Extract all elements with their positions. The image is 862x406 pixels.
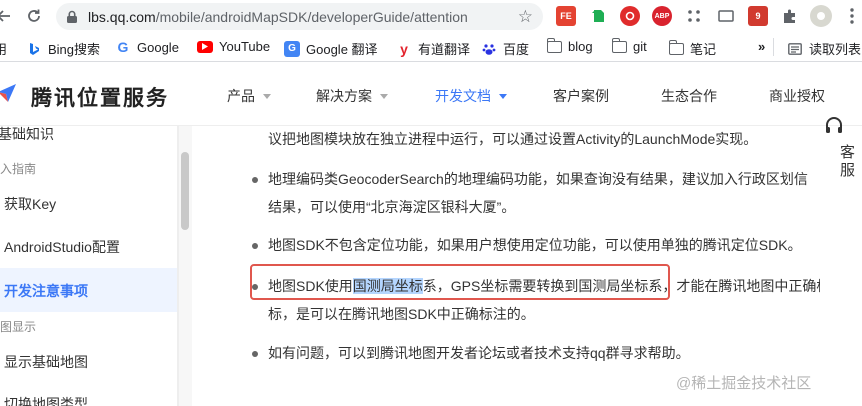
dots-extension-icon[interactable] xyxy=(684,6,704,26)
back-arrow-icon[interactable] xyxy=(0,4,16,28)
folder-icon xyxy=(669,39,684,55)
sidebar-group-getting-started: 入指南 xyxy=(0,162,37,176)
watermark: @稀土掘金技术社区 xyxy=(676,375,812,392)
list-bullet xyxy=(252,177,258,183)
chevron-down-icon xyxy=(263,93,271,99)
youdao-icon: y xyxy=(400,40,408,57)
bookmark-folder-git[interactable]: git xyxy=(612,37,647,54)
annotation-highlight-box xyxy=(250,264,670,300)
folder-icon xyxy=(612,37,627,53)
text-span: ，才能在腾讯地图中正确标注, xyxy=(662,278,820,294)
list-item-location: 地图SDK不包含定位功能，如果用户想使用定位功能，可以使用单独的腾讯定位SDK。 xyxy=(268,237,802,253)
bookmarks-divider xyxy=(773,38,774,56)
sidebar-group-map-display: 图显示 xyxy=(0,320,37,334)
folder-icon xyxy=(547,37,562,53)
bookmark-youdao[interactable]: y 有道翻译 xyxy=(396,39,470,58)
bing-icon xyxy=(26,41,42,57)
profile-avatar-icon[interactable] xyxy=(810,5,832,27)
sidebar-item-basic-map[interactable]: 显示基础地图 xyxy=(4,352,88,372)
paragraph-line: 议把地图模块放在独立进程中运行，可以通过设置Activity的LaunchMod… xyxy=(268,131,758,147)
bookmark-label: YouTube xyxy=(219,39,271,54)
extension-fe-icon[interactable]: FE xyxy=(556,6,576,26)
list-item-geocoder: 地理编码类GeocoderSearch的地理编码功能，如果查询没有结果，建议加入… xyxy=(268,171,808,187)
reading-list-icon xyxy=(787,41,803,57)
bookmark-label: git xyxy=(633,39,647,54)
evernote-icon[interactable] xyxy=(588,6,608,26)
nav-label: 产品 xyxy=(227,88,255,104)
site-logo-text[interactable]: 腾讯位置服务 xyxy=(31,82,169,112)
nav-label: 客户案例 xyxy=(553,88,609,104)
nav-products[interactable]: 产品 xyxy=(227,86,271,106)
chevron-down-icon xyxy=(380,93,388,99)
bookmark-google[interactable]: G Google xyxy=(115,39,179,55)
bookmark-label: blog xyxy=(568,39,593,54)
lock-icon[interactable] xyxy=(64,9,80,25)
reading-list-label: 读取列表 xyxy=(809,42,862,57)
tencent-location-logo-icon[interactable] xyxy=(0,82,18,104)
list-item-support: 如有问题，可以到腾讯地图开发者论坛或者技术支持qq群寻求帮助。 xyxy=(268,345,690,361)
url-text[interactable]: lbs.qq.com/mobile/androidMapSDK/develope… xyxy=(88,9,468,25)
bookmark-label: Bing搜索 xyxy=(48,42,101,57)
nav-licensing[interactable]: 商业授权 xyxy=(769,86,825,106)
sidebar-item-androidstudio-config[interactable]: AndroidStudio配置 xyxy=(4,237,120,257)
bookmark-label: Google 翻译 xyxy=(306,42,378,57)
translate-icon: G xyxy=(284,40,300,57)
adblock-plus-icon[interactable]: ABP xyxy=(652,6,672,26)
baidu-icon xyxy=(481,41,497,57)
youtube-icon xyxy=(197,40,213,53)
bookmark-label: 笔记 xyxy=(690,42,717,57)
bookmark-apps[interactable]: 用 xyxy=(0,39,7,58)
nav-dev-docs[interactable]: 开发文档 xyxy=(435,86,507,106)
bookmark-label: 百度 xyxy=(503,42,530,57)
google-icon: G xyxy=(117,39,129,55)
extension-9-icon[interactable]: 9 xyxy=(748,6,768,26)
puzzle-extensions-icon[interactable] xyxy=(780,6,800,26)
bookmarks-overflow-button[interactable]: » xyxy=(758,39,765,54)
bookmark-label: 用 xyxy=(0,42,8,57)
sidebar-scrollbar-thumb[interactable] xyxy=(181,152,189,230)
nav-label: 商业授权 xyxy=(769,88,825,104)
cast-icon[interactable] xyxy=(716,6,736,26)
bookmark-youtube[interactable]: YouTube xyxy=(197,39,270,54)
nav-solutions[interactable]: 解决方案 xyxy=(316,86,388,106)
bookmark-star-icon[interactable]: ☆ xyxy=(518,7,533,27)
docs-sidebar: 基础知识 入指南 获取Key AndroidStudio配置 开发注意事项 图显… xyxy=(0,126,178,406)
nav-label: 开发文档 xyxy=(435,88,491,104)
sidebar-item-basics[interactable]: 基础知识 xyxy=(0,126,54,144)
reading-list-button[interactable]: 读取列表 xyxy=(787,39,861,58)
bookmark-bing[interactable]: Bing搜索 xyxy=(26,39,100,58)
chevron-down-icon xyxy=(499,93,507,99)
bookmarks-bar: 用 Bing搜索 G Google YouTube G Google 翻译 y … xyxy=(0,33,862,62)
bookmark-label: Google xyxy=(137,39,179,55)
nav-label: 生态合作 xyxy=(661,88,717,104)
site-header: 腾讯位置服务 产品 解决方案 开发文档 客户案例 生态合作 商业授权 xyxy=(0,62,862,126)
bookmark-label: 有道翻译 xyxy=(418,42,471,57)
sidebar-item-map-type[interactable]: 切换地图类型 xyxy=(4,394,88,406)
nav-label: 解决方案 xyxy=(316,88,372,104)
bookmark-folder-notes[interactable]: 笔记 xyxy=(669,39,716,58)
nav-cases[interactable]: 客户案例 xyxy=(553,86,609,106)
nav-ecosystem[interactable]: 生态合作 xyxy=(661,86,717,106)
browser-menu-icon[interactable] xyxy=(842,6,862,26)
address-bar[interactable]: lbs.qq.com/mobile/androidMapSDK/develope… xyxy=(56,3,543,30)
list-bullet xyxy=(252,243,258,249)
headset-icon xyxy=(824,116,844,141)
list-item-geocoder-cont: 结果，可以使用“北京海淀区银科大厦”。 xyxy=(268,199,516,215)
customer-service-label[interactable]: 客服 xyxy=(840,144,858,180)
list-bullet xyxy=(252,351,258,357)
sidebar-item-dev-notes[interactable]: 开发注意事项 xyxy=(4,281,88,301)
bookmark-folder-blog[interactable]: blog xyxy=(547,37,593,54)
list-item-coordinates-cont: 标，是可以在腾讯地图SDK中正确标注的。 xyxy=(268,306,535,322)
browser-toolbar: lbs.qq.com/mobile/androidMapSDK/develope… xyxy=(0,0,862,33)
bookmark-baidu[interactable]: 百度 xyxy=(481,39,529,58)
bookmark-google-translate[interactable]: G Google 翻译 xyxy=(284,39,378,58)
sidebar-item-get-key[interactable]: 获取Key xyxy=(4,194,56,214)
reload-icon[interactable] xyxy=(22,4,46,28)
netease-music-icon[interactable] xyxy=(620,6,640,26)
